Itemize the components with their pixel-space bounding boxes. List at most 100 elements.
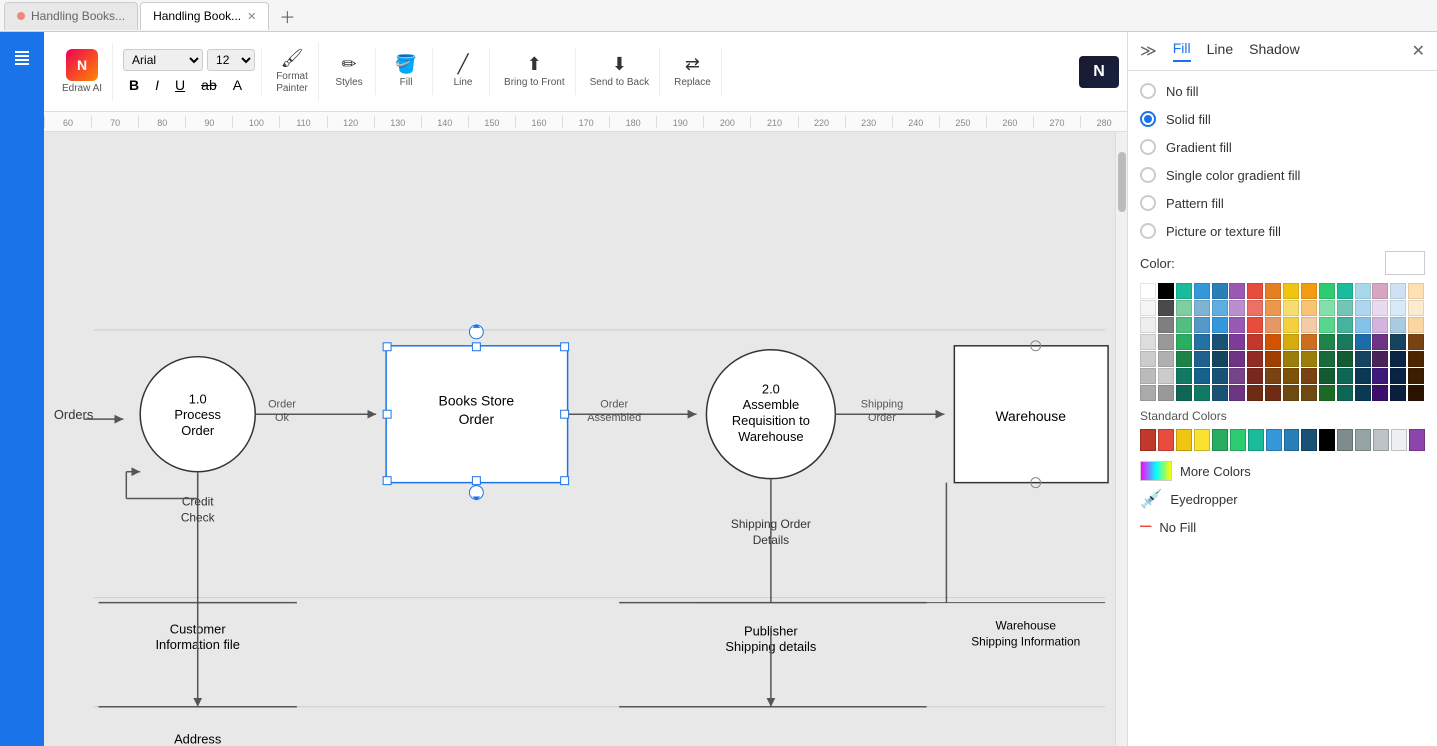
color-cell[interactable] [1390, 283, 1406, 299]
fill-button[interactable]: 🪣 Fill [386, 50, 426, 93]
color-cell[interactable] [1176, 368, 1192, 384]
color-cell[interactable] [1390, 385, 1406, 401]
color-cell[interactable] [1319, 351, 1335, 367]
canvas-area[interactable]: Orders 1.0 Process Order Ord [44, 132, 1115, 746]
gradient-fill-option[interactable]: Gradient fill [1140, 139, 1425, 155]
color-cell[interactable] [1355, 385, 1371, 401]
color-cell[interactable] [1355, 283, 1371, 299]
color-cell[interactable] [1408, 385, 1424, 401]
color-cell[interactable] [1229, 351, 1245, 367]
send-to-back-button[interactable]: ⬇ Send to Back [586, 50, 653, 93]
color-cell[interactable] [1140, 283, 1156, 299]
color-cell[interactable] [1140, 300, 1156, 316]
tab-fill[interactable]: Fill [1173, 40, 1191, 62]
standard-color-cell[interactable] [1391, 429, 1407, 451]
color-cell[interactable] [1265, 283, 1281, 299]
color-cell[interactable] [1301, 334, 1317, 350]
color-cell[interactable] [1247, 300, 1263, 316]
vertical-scrollbar[interactable] [1115, 132, 1127, 746]
color-cell[interactable] [1319, 368, 1335, 384]
standard-color-cell[interactable] [1194, 429, 1210, 451]
color-cell[interactable] [1337, 283, 1353, 299]
color-cell[interactable] [1176, 351, 1192, 367]
color-cell[interactable] [1158, 317, 1174, 333]
color-cell[interactable] [1283, 385, 1299, 401]
color-cell[interactable] [1158, 385, 1174, 401]
color-cell[interactable] [1372, 283, 1388, 299]
color-cell[interactable] [1408, 300, 1424, 316]
color-cell[interactable] [1158, 334, 1174, 350]
color-cell[interactable] [1301, 300, 1317, 316]
picture-fill-option[interactable]: Picture or texture fill [1140, 223, 1425, 239]
bring-to-front-button[interactable]: ⬆ Bring to Front [500, 50, 569, 93]
standard-color-cell[interactable] [1301, 429, 1317, 451]
color-cell[interactable] [1283, 317, 1299, 333]
color-cell[interactable] [1158, 368, 1174, 384]
color-cell[interactable] [1408, 368, 1424, 384]
color-cell[interactable] [1229, 300, 1245, 316]
color-cell[interactable] [1158, 283, 1174, 299]
color-cell[interactable] [1408, 283, 1424, 299]
standard-color-cell[interactable] [1409, 429, 1425, 451]
color-cell[interactable] [1176, 385, 1192, 401]
color-cell[interactable] [1390, 334, 1406, 350]
color-cell[interactable] [1337, 385, 1353, 401]
color-cell[interactable] [1372, 317, 1388, 333]
tab-close-icon[interactable]: ✕ [247, 10, 256, 23]
color-cell[interactable] [1194, 351, 1210, 367]
color-cell[interactable] [1176, 283, 1192, 299]
color-cell[interactable] [1390, 300, 1406, 316]
line-button[interactable]: ╱ Line [443, 50, 483, 93]
color-cell[interactable] [1212, 351, 1228, 367]
solid-fill-radio[interactable] [1140, 111, 1156, 127]
color-cell[interactable] [1194, 317, 1210, 333]
color-cell[interactable] [1140, 317, 1156, 333]
tab-handling-books-2[interactable]: Handling Book... ✕ [140, 2, 269, 30]
italic-button[interactable]: I [149, 75, 165, 95]
single-gradient-radio[interactable] [1140, 167, 1156, 183]
standard-color-cell[interactable] [1373, 429, 1389, 451]
color-cell[interactable] [1283, 351, 1299, 367]
color-cell[interactable] [1229, 368, 1245, 384]
color-cell[interactable] [1140, 385, 1156, 401]
color-cell[interactable] [1176, 300, 1192, 316]
color-cell[interactable] [1265, 385, 1281, 401]
color-cell[interactable] [1158, 351, 1174, 367]
single-gradient-option[interactable]: Single color gradient fill [1140, 167, 1425, 183]
color-cell[interactable] [1265, 368, 1281, 384]
color-cell[interactable] [1283, 368, 1299, 384]
color-cell[interactable] [1301, 283, 1317, 299]
color-cell[interactable] [1337, 351, 1353, 367]
color-cell[interactable] [1194, 283, 1210, 299]
color-cell[interactable] [1390, 351, 1406, 367]
standard-color-cell[interactable] [1158, 429, 1174, 451]
color-cell[interactable] [1212, 317, 1228, 333]
color-cell[interactable] [1372, 351, 1388, 367]
standard-color-cell[interactable] [1355, 429, 1371, 451]
color-cell[interactable] [1355, 300, 1371, 316]
color-cell[interactable] [1140, 334, 1156, 350]
color-cell[interactable] [1408, 334, 1424, 350]
color-cell[interactable] [1283, 300, 1299, 316]
panel-expand-icon[interactable]: ≫ [1140, 41, 1157, 61]
color-cell[interactable] [1372, 334, 1388, 350]
color-cell[interactable] [1176, 334, 1192, 350]
color-cell[interactable] [1319, 317, 1335, 333]
color-cell[interactable] [1212, 300, 1228, 316]
color-cell[interactable] [1319, 300, 1335, 316]
standard-color-cell[interactable] [1284, 429, 1300, 451]
color-cell[interactable] [1265, 300, 1281, 316]
styles-button[interactable]: ✏ Styles [329, 50, 369, 93]
nav-icon[interactable] [4, 40, 40, 76]
standard-color-cell[interactable] [1266, 429, 1282, 451]
underline-button[interactable]: U [169, 75, 191, 95]
standard-color-cell[interactable] [1319, 429, 1335, 451]
color-cell[interactable] [1355, 351, 1371, 367]
color-cell[interactable] [1212, 385, 1228, 401]
standard-color-cell[interactable] [1248, 429, 1264, 451]
color-cell[interactable] [1319, 283, 1335, 299]
font-size-select[interactable]: 12 [207, 49, 255, 71]
color-cell[interactable] [1390, 317, 1406, 333]
color-cell[interactable] [1140, 368, 1156, 384]
color-cell[interactable] [1355, 334, 1371, 350]
